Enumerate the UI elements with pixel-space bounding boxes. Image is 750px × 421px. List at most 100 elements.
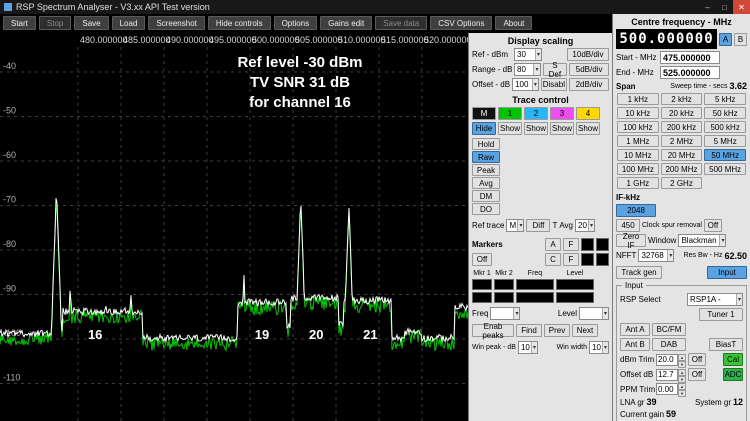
scale-2db-div-button[interactable]: 2dB/div [569,78,609,91]
toolbar-button[interactable]: Screenshot [148,16,204,30]
spin-up-icon[interactable]: ▲ [678,383,686,390]
toolbar-button[interactable]: Hide controls [208,16,271,30]
marker-f2-button[interactable]: F [563,253,579,266]
minimize-button[interactable]: – [699,0,716,14]
marker-trace-button[interactable] [581,238,594,251]
hold-button[interactable]: Hold [472,138,500,150]
trace-2-show-button[interactable]: Show [524,122,548,135]
window-select[interactable]: Blackman ▾ [678,234,726,247]
marker-trace-button[interactable] [596,253,609,266]
marker-c-button[interactable]: C [545,253,561,266]
toolbar-button[interactable]: Options [274,16,318,30]
tuner1-button[interactable]: Tuner 1 [699,308,743,321]
ant-a-button[interactable]: Ant A [620,323,650,336]
span-button[interactable]: 1 GHz [617,177,659,189]
zero-if-button[interactable]: Zero IF [616,234,646,247]
toolbar-button[interactable]: About [495,16,532,30]
trace-m-hide-button[interactable]: Hide [472,122,496,135]
cal-button[interactable]: Cal [723,353,743,366]
set-default-button[interactable]: S Def [543,63,568,76]
spin-down-icon[interactable]: ▼ [678,376,686,383]
win-peak-select[interactable]: 10 ▾ [518,341,538,354]
offset-db-select[interactable]: 100 ▾ [512,78,539,91]
span-button[interactable]: 500 kHz [704,121,746,133]
span-button[interactable]: 10 MHz [617,149,659,161]
ppm-trim-stepper[interactable]: 0.00 ▲ ▼ [656,383,686,395]
spur-off-button[interactable]: Off [704,219,722,232]
span-button[interactable]: 200 MHz [661,163,703,175]
rsp-select[interactable]: RSP1A - ▾ [687,293,743,306]
trace-3-button[interactable]: 3 [550,107,574,120]
diff-button[interactable]: Diff [526,219,550,232]
input-button[interactable]: Input [707,266,747,279]
dbm-trim-off-button[interactable]: Off [688,353,706,366]
nfft-select[interactable]: 32768 ▾ [638,249,674,262]
trace-4-show-button[interactable]: Show [576,122,600,135]
markers-off-button[interactable]: Off [472,253,492,266]
dab-button[interactable]: DAB [652,338,686,351]
span-button[interactable]: 1 kHz [617,93,659,105]
spin-down-icon[interactable]: ▼ [678,361,686,368]
trace-3-show-button[interactable]: Show [550,122,574,135]
toolbar-button[interactable]: Stop [39,16,71,30]
bcfm-button[interactable]: BC/FM [652,323,686,336]
span-button[interactable]: 200 kHz [661,121,703,133]
peak-button[interactable]: Peak [472,164,500,176]
spin-up-icon[interactable]: ▲ [678,369,686,376]
marker-level-select[interactable]: ▾ [579,307,609,320]
raw-button[interactable]: Raw [472,151,500,163]
scale-10db-div-button[interactable]: 10dB/div [567,48,609,61]
maximize-button[interactable]: □ [716,0,733,14]
if-450-button[interactable]: 450 [616,219,640,232]
trace-1-show-button[interactable]: Show [498,122,522,135]
span-button[interactable]: 50 kHz [704,107,746,119]
freq-a-button[interactable]: A [719,33,732,46]
span-button[interactable]: 5 MHz [704,135,746,147]
toolbar-button[interactable]: Save data [375,16,427,30]
offset-db-stepper[interactable]: 12.7 ▲ ▼ [656,369,686,381]
biast-button[interactable]: BiasT [709,338,743,351]
do-button[interactable]: DO [472,203,500,215]
marker-freq-select[interactable]: ▾ [490,307,520,320]
marker-f-button[interactable]: F [563,238,579,251]
dbm-trim-stepper[interactable]: 20.0 ▲ ▼ [656,354,686,366]
spin-up-icon[interactable]: ▲ [678,354,686,361]
dm-button[interactable]: DM [472,190,500,202]
scale-5db-div-button[interactable]: 5dB/div [569,63,609,76]
ref-dbm-select[interactable]: 30 ▾ [514,48,542,61]
toolbar-button[interactable]: Gains edit [320,16,372,30]
next-peak-button[interactable]: Next [572,324,598,337]
trace-4-button[interactable]: 4 [576,107,600,120]
toolbar-button[interactable]: Load [112,16,146,30]
ant-b-button[interactable]: Ant B [620,338,650,351]
toolbar-button[interactable]: Start [3,16,36,30]
enable-peaks-button[interactable]: Enab peaks [472,324,514,337]
toolbar-button[interactable]: CSV Options [430,16,492,30]
trace-m-button[interactable]: M [472,107,496,120]
win-width-select[interactable]: 10 ▾ [589,341,609,354]
range-db-select[interactable]: 80 ▾ [514,63,541,76]
avg-button[interactable]: Avg [472,177,500,189]
span-button[interactable]: 2 MHz [661,135,703,147]
offset-off-button[interactable]: Off [688,368,706,381]
spin-down-icon[interactable]: ▼ [678,390,686,397]
span-button[interactable]: 5 kHz [704,93,746,105]
span-button[interactable]: 50 MHz [704,149,746,161]
freq-b-button[interactable]: B [734,33,747,46]
span-button[interactable]: 2 GHz [661,177,703,189]
trace-1-button[interactable]: 1 [498,107,522,120]
toolbar-button[interactable]: Save [74,16,108,30]
trace-2-button[interactable]: 2 [524,107,548,120]
prev-peak-button[interactable]: Prev [544,324,570,337]
span-button[interactable]: 500 MHz [704,163,746,175]
avg-count-select[interactable]: 20 ▾ [575,219,595,232]
if-2048-button[interactable]: 2048 [616,204,656,217]
close-button[interactable]: ✕ [733,0,750,14]
ref-trace-select[interactable]: M ▾ [506,219,524,232]
offset-disable-button[interactable]: Disabl [541,78,567,91]
span-button[interactable]: 1 MHz [617,135,659,147]
span-button[interactable]: 100 kHz [617,121,659,133]
track-gen-button[interactable]: Track gen [616,266,662,279]
span-button[interactable]: 100 MHz [617,163,659,175]
span-button[interactable]: 10 kHz [617,107,659,119]
